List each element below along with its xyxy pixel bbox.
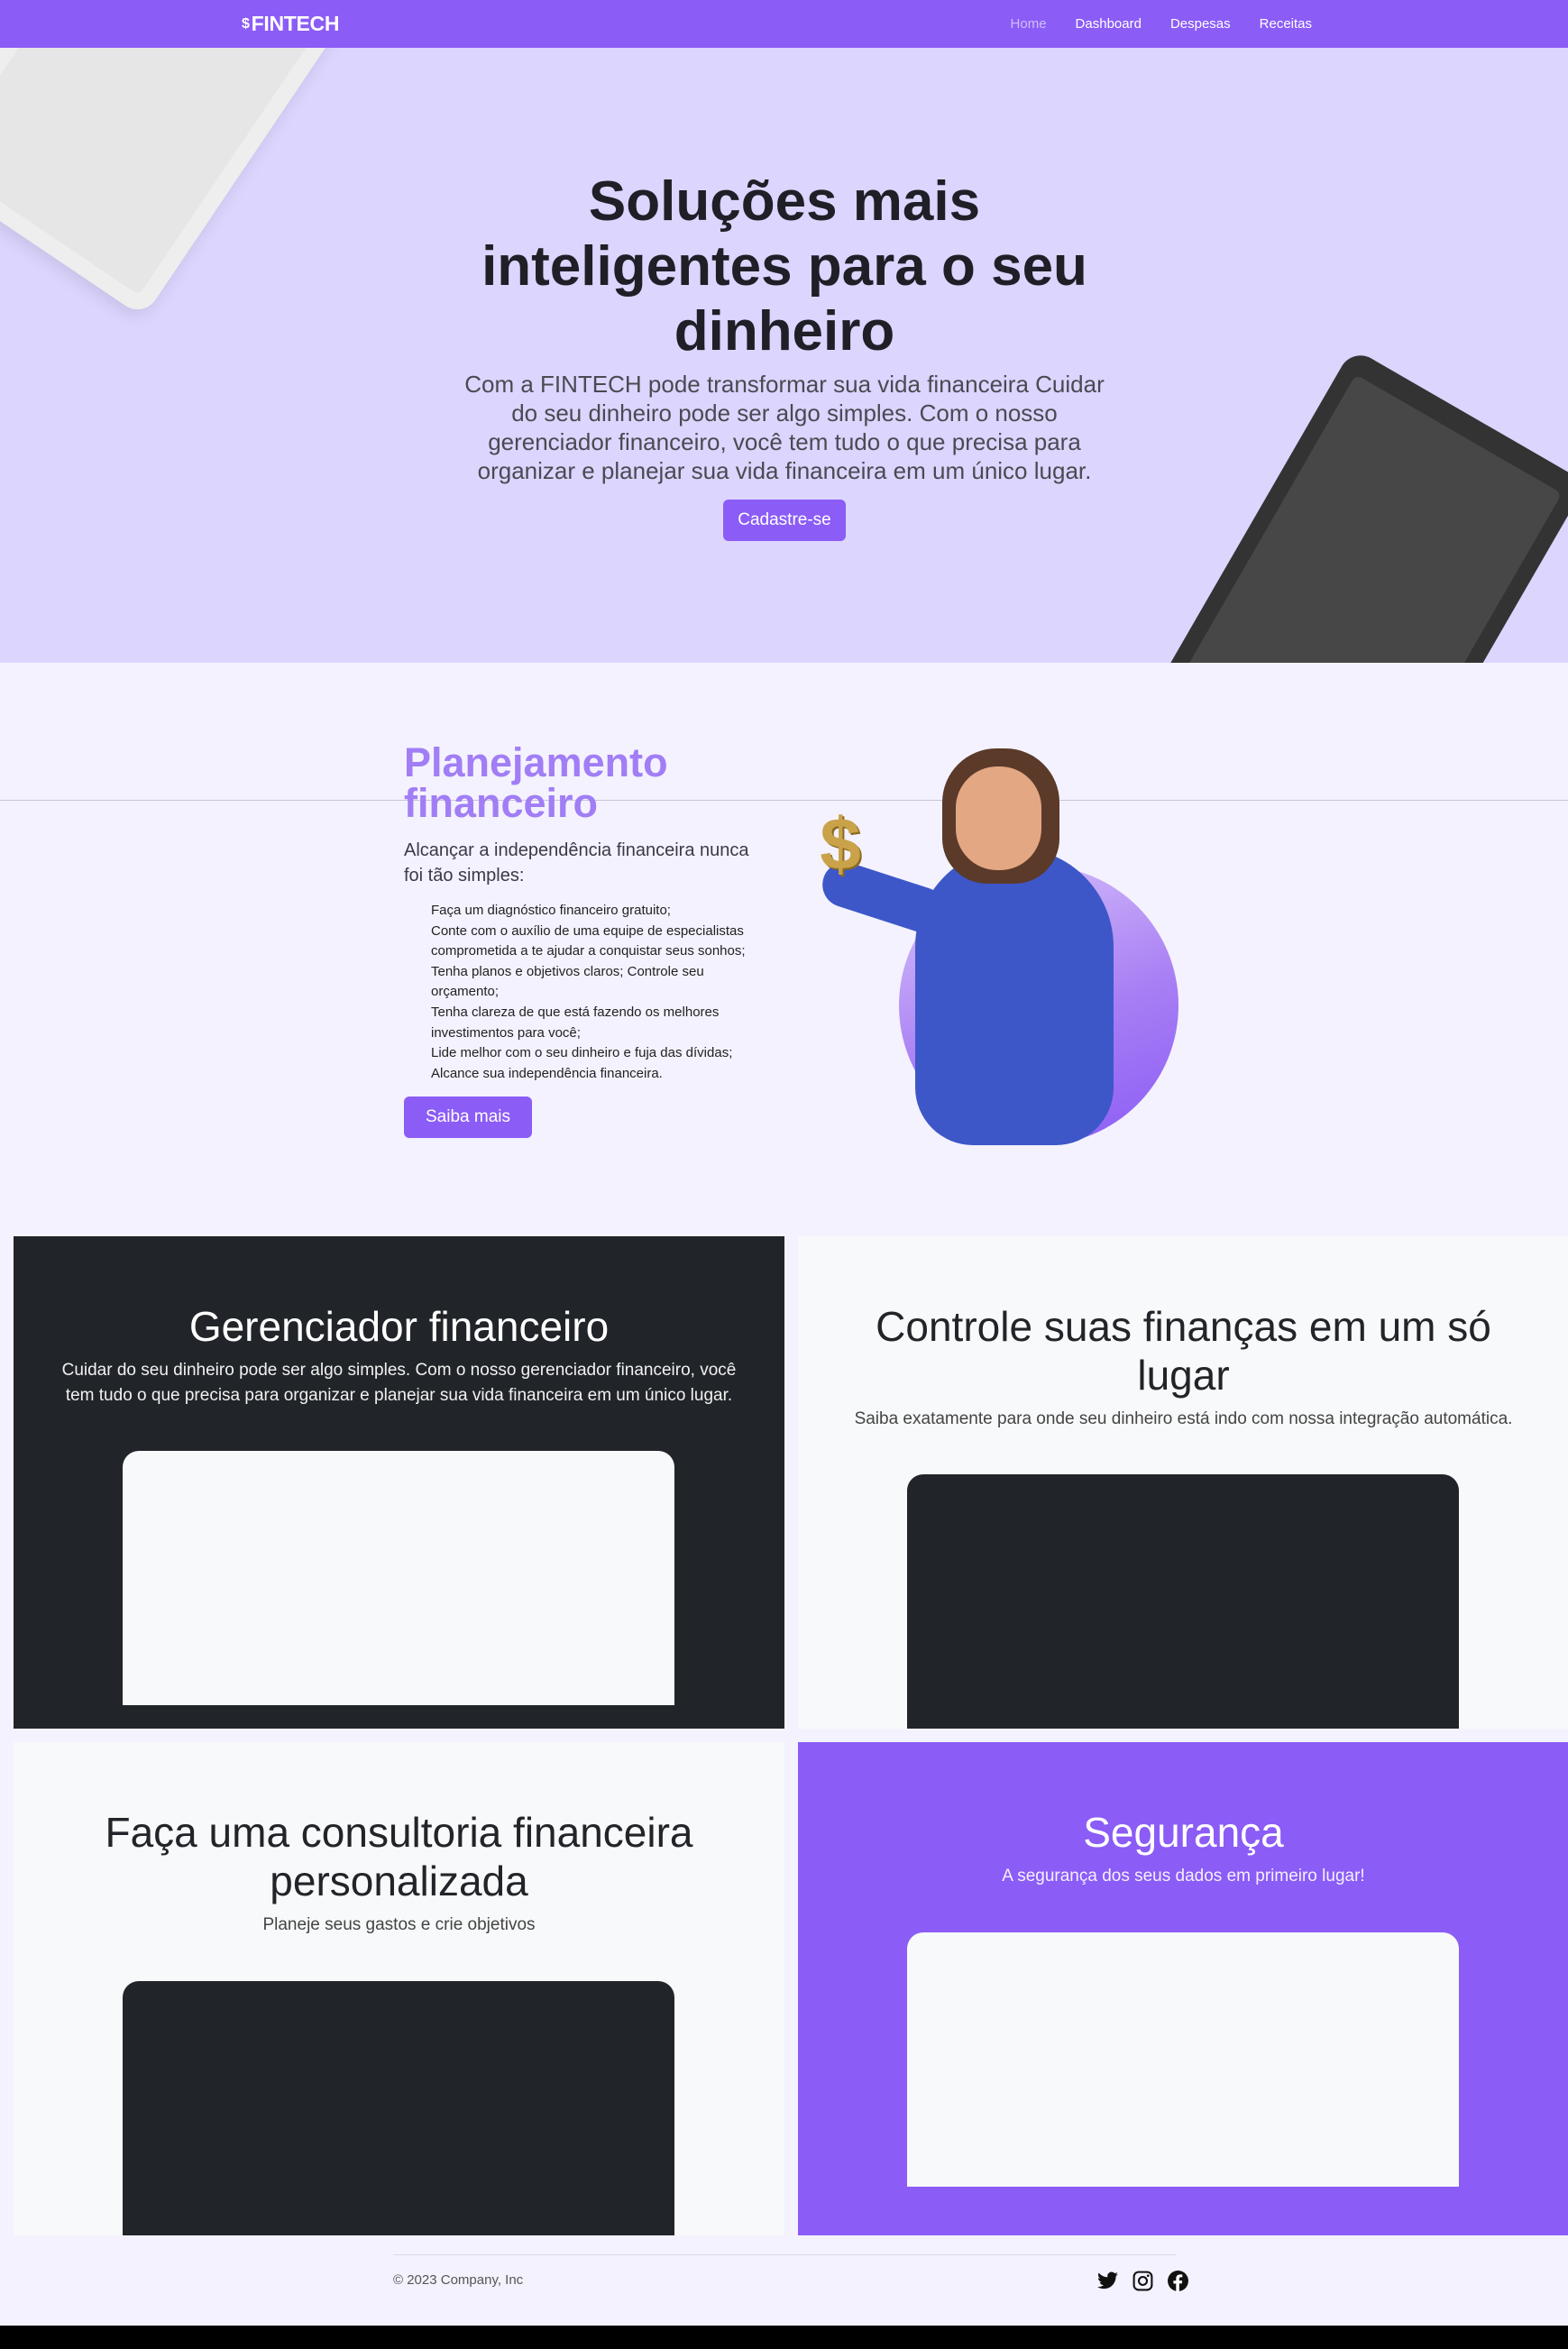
footer: © 2023 Company, Inc	[0, 2235, 1568, 2326]
planning-section: Planejamento financeiro Alcançar a indep…	[0, 663, 1568, 1235]
planning-lead: Alcançar a independência financeira nunc…	[404, 840, 749, 885]
planning-title: Planejamento financeiro	[404, 739, 668, 826]
planning-text: Planejamento financeiro Alcançar a indep…	[404, 739, 765, 1139]
woman-with-dollar-image: $	[802, 748, 1181, 1145]
list-item: Tenha planos e objetivos claros; Control…	[431, 963, 704, 1000]
dollar-sign-icon: $	[820, 803, 861, 885]
hero-title: Soluções mais inteligentes para o seu di…	[481, 170, 1087, 362]
feature-title: Segurança	[1083, 1809, 1284, 1856]
navbar: $ FINTECH Home Dashboard Despesas Receit…	[0, 0, 1568, 48]
instagram-icon[interactable]	[1132, 2270, 1154, 2292]
feature-card-consultoria: Faça uma consultoria financeira personal…	[14, 1742, 784, 2235]
learn-more-button[interactable]: Saiba mais	[404, 1097, 532, 1139]
hero-text: Com a FINTECH pode transformar sua vida …	[464, 371, 1105, 484]
nav-link-despesas[interactable]: Despesas	[1156, 16, 1245, 32]
feature-card-gerenciador: Gerenciador financeiro Cuidar do seu din…	[14, 1236, 784, 1729]
hero-section: Soluções mais inteligentes para o seu di…	[0, 48, 1568, 663]
list-item: Faça um diagnóstico financeiro gratuito;	[431, 903, 671, 918]
copyright: © 2023 Company, Inc	[393, 2272, 524, 2288]
feature-preview	[907, 1474, 1459, 1729]
person-body	[915, 848, 1114, 1145]
divider	[0, 800, 1568, 801]
feature-card-seguranca: Segurança A segurança dos seus dados em …	[798, 1742, 1568, 2235]
feature-title: Controle suas finanças em um só lugar	[876, 1303, 1491, 1399]
signup-button[interactable]: Cadastre-se	[723, 500, 846, 541]
list-item: Conte com o auxílio de uma equipe de esp…	[431, 922, 746, 959]
nav-link-dashboard[interactable]: Dashboard	[1061, 16, 1156, 32]
facebook-icon[interactable]	[1167, 2270, 1189, 2292]
social-links	[1096, 2270, 1189, 2292]
brand-name: FINTECH	[251, 12, 340, 35]
feature-title: Faça uma consultoria financeira personal…	[105, 1809, 693, 1904]
nav-link-receitas[interactable]: Receitas	[1245, 16, 1326, 32]
footer-divider	[393, 2254, 1176, 2255]
bottom-bar	[0, 2326, 1568, 2349]
tablet-light-image	[0, 48, 406, 318]
money-icon: $	[242, 15, 250, 32]
feature-text: A segurança dos seus dados em primeiro l…	[1002, 1867, 1365, 1886]
feature-title: Gerenciador financeiro	[188, 1303, 610, 1350]
nav-link-home[interactable]: Home	[996, 16, 1061, 32]
feature-preview	[123, 1981, 674, 2235]
feature-preview	[123, 1451, 674, 1705]
nav-links: Home Dashboard Despesas Receitas	[996, 0, 1326, 48]
planning-list: Faça um diagnóstico financeiro gratuito;…	[404, 901, 765, 1084]
person-face	[956, 766, 1041, 870]
feature-text: Saiba exatamente para onde seu dinheiro …	[854, 1409, 1513, 1428]
brand-logo[interactable]: $ FINTECH	[242, 0, 339, 48]
feature-text: Cuidar do seu dinheiro pode ser algo sim…	[61, 1361, 737, 1405]
list-item: Lide melhor com o seu dinheiro e fuja da…	[431, 1045, 733, 1061]
feature-card-controle: Controle suas finanças em um só lugar Sa…	[798, 1236, 1568, 1729]
feature-text: Planeje seus gastos e crie objetivos	[262, 1915, 536, 1934]
feature-preview	[907, 1932, 1459, 2187]
twitter-icon[interactable]	[1096, 2270, 1119, 2292]
tablet-dark-image	[1100, 347, 1568, 663]
list-item: Tenha clareza de que está fazendo os mel…	[431, 1004, 720, 1041]
hero-content: Soluções mais inteligentes para o seu di…	[451, 170, 1118, 541]
list-item: Alcance sua independência financeira.	[431, 1065, 663, 1081]
